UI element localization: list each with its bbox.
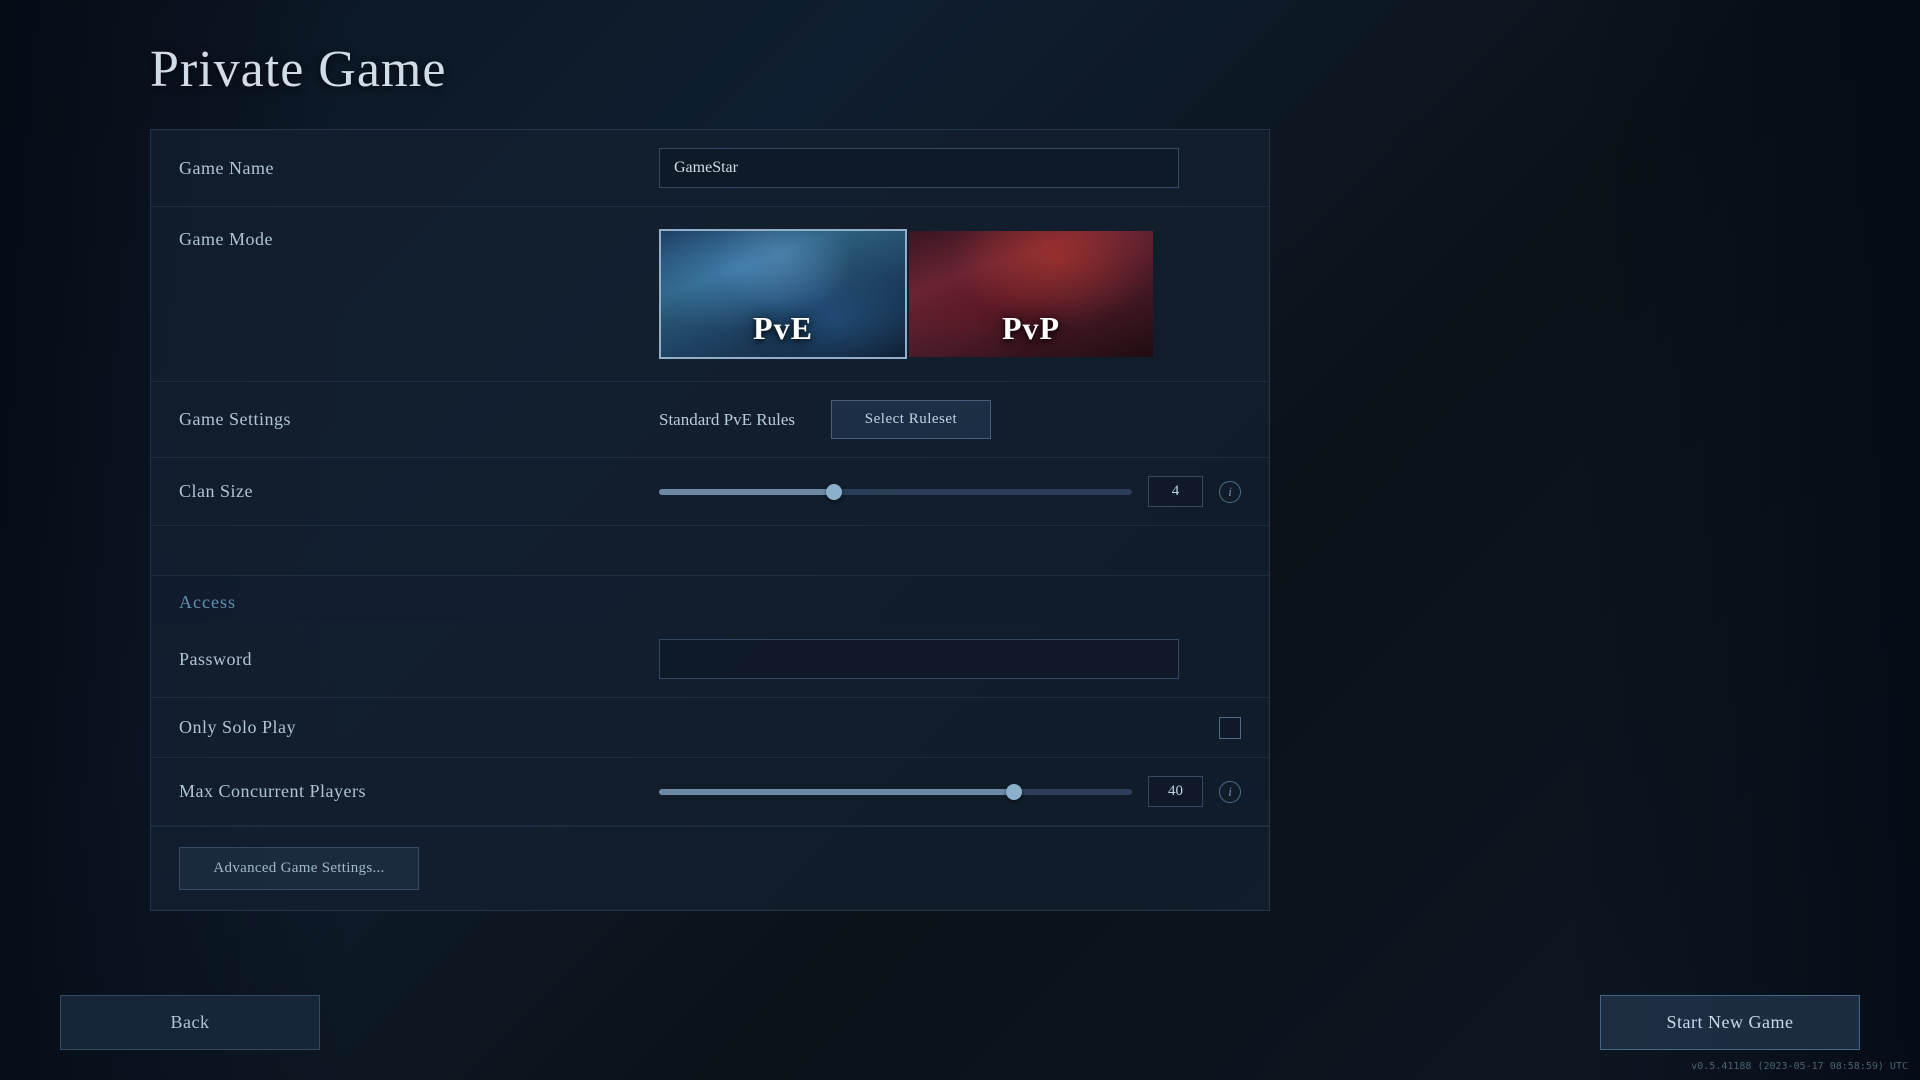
ruleset-text: Standard PvE Rules [659,410,795,430]
pvp-label: PvP [909,310,1153,347]
page-title: Private Game [150,40,1600,99]
access-title: Access [179,592,1241,613]
max-players-info-icon[interactable]: i [1219,781,1241,803]
access-section-header: Access [151,576,1269,621]
clan-size-thumb[interactable] [826,484,842,500]
game-mode-value-container: PvE PvP [659,229,1241,359]
max-players-row: Max Concurrent Players 40 i [151,758,1269,826]
advanced-settings-row: Advanced Game Settings... [151,826,1269,910]
clan-size-info-icon[interactable]: i [1219,481,1241,503]
bottom-bar: Back Start New Game [0,995,1920,1080]
clan-size-slider-container: 4 i [659,476,1241,507]
max-players-thumb[interactable] [1006,784,1022,800]
max-players-label: Max Concurrent Players [179,781,659,802]
max-players-value-container: 40 i [659,776,1241,807]
advanced-settings-button[interactable]: Advanced Game Settings... [179,847,419,890]
clan-size-value: 4 [1148,476,1203,507]
password-input[interactable] [659,639,1179,679]
game-name-row: Game Name [151,130,1269,207]
game-name-input[interactable] [659,148,1179,188]
game-name-value-container [659,148,1241,188]
solo-play-label: Only Solo Play [179,717,659,738]
mode-card-pvp[interactable]: PvP [907,229,1155,359]
game-settings-value-container: Standard PvE Rules Select Ruleset [659,400,1241,439]
game-name-label: Game Name [179,158,659,179]
back-button[interactable]: Back [60,995,320,1050]
password-value-container [659,639,1241,679]
spacer [151,526,1269,576]
pve-label: PvE [661,310,905,347]
game-mode-label: Game Mode [179,229,659,250]
form-panel: Game Name Game Mode PvE PvP [150,129,1270,911]
game-mode-row: Game Mode PvE PvP [151,207,1269,382]
clan-size-fill [659,489,834,495]
solo-play-value-container [659,717,1241,739]
start-new-game-button[interactable]: Start New Game [1600,995,1860,1050]
max-players-value: 40 [1148,776,1203,807]
clan-size-value-container: 4 i [659,476,1241,507]
password-row: Password [151,621,1269,698]
mode-cards: PvE PvP [659,229,1155,359]
game-settings-label: Game Settings [179,409,659,430]
clan-size-row: Clan Size 4 i [151,458,1269,526]
select-ruleset-button[interactable]: Select Ruleset [831,400,991,439]
max-players-track[interactable] [659,789,1132,795]
clan-size-track[interactable] [659,489,1132,495]
main-container: Private Game Game Name Game Mode PvE [0,0,1920,1080]
solo-play-checkbox[interactable] [1219,717,1241,739]
max-players-slider-container: 40 i [659,776,1241,807]
max-players-fill [659,789,1014,795]
game-settings-row: Game Settings Standard PvE Rules Select … [151,382,1269,458]
solo-play-row: Only Solo Play [151,698,1269,758]
password-label: Password [179,649,659,670]
version-label: v0.5.41188 (2023-05-17 08:58:59) UTC [1691,1061,1908,1072]
mode-card-pve[interactable]: PvE [659,229,907,359]
clan-size-label: Clan Size [179,481,659,502]
